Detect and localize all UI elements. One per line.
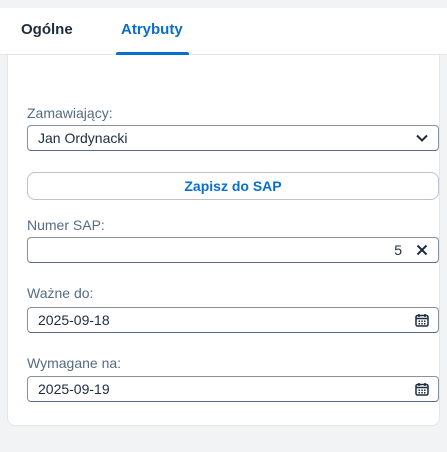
required-on-value: 2025-09-19 bbox=[38, 381, 110, 397]
orderer-select[interactable]: Jan Ordynacki bbox=[27, 125, 439, 151]
sap-number-value: 5 bbox=[394, 242, 402, 258]
valid-until-value: 2025-09-18 bbox=[38, 312, 110, 328]
tab-bar: Ogólne Atrybuty bbox=[0, 8, 447, 55]
attributes-panel: Zamawiający: Jan Ordynacki Zapisz do SAP… bbox=[7, 55, 440, 426]
top-strip bbox=[0, 0, 447, 8]
sap-number-input[interactable]: 5 bbox=[27, 237, 439, 263]
sap-number-label: Numer SAP: bbox=[27, 217, 105, 233]
orderer-value: Jan Ordynacki bbox=[38, 130, 128, 146]
required-on-label: Wymagane na: bbox=[27, 355, 122, 371]
tab-general[interactable]: Ogólne bbox=[21, 8, 73, 55]
orderer-label: Zamawiający: bbox=[27, 105, 113, 121]
required-on-datepicker[interactable]: 2025-09-19 bbox=[27, 376, 439, 402]
valid-until-datepicker[interactable]: 2025-09-18 bbox=[27, 307, 439, 333]
close-icon[interactable] bbox=[414, 242, 430, 258]
calendar-icon[interactable] bbox=[414, 381, 430, 397]
tab-attributes[interactable]: Atrybuty bbox=[121, 8, 183, 55]
save-to-sap-button[interactable]: Zapisz do SAP bbox=[27, 172, 439, 200]
valid-until-label: Ważne do: bbox=[27, 285, 94, 301]
chevron-down-icon[interactable] bbox=[414, 130, 430, 146]
calendar-icon[interactable] bbox=[414, 312, 430, 328]
